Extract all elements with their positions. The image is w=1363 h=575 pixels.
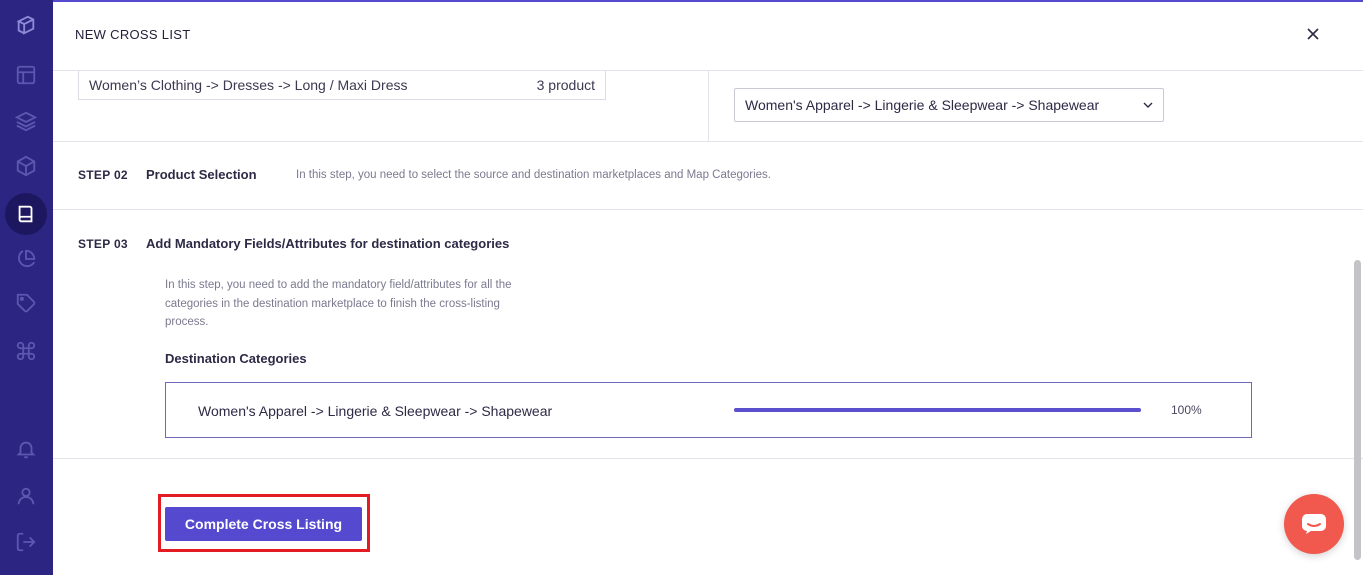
close-button[interactable] <box>1303 24 1323 44</box>
scrollbar[interactable] <box>1354 260 1361 560</box>
chat-icon <box>1302 514 1326 534</box>
destination-category-name: Women's Apparel -> Lingerie & Sleepwear … <box>198 403 553 419</box>
destination-category-value: Women's Apparel -> Lingerie & Sleepwear … <box>745 97 1100 113</box>
step-03-section: STEP 03 Add Mandatory Fields/Attributes … <box>53 210 1363 459</box>
step-02-description: In this step, you need to select the sou… <box>296 169 771 181</box>
step-03-description-line: categories in the destination marketplac… <box>165 297 500 310</box>
layers-icon[interactable] <box>13 108 39 134</box>
complete-cross-listing-button[interactable]: Complete Cross Listing <box>165 507 362 541</box>
box-icon[interactable] <box>13 153 39 179</box>
source-product-count: 3 product <box>536 77 595 93</box>
progress-bar <box>734 408 1141 412</box>
destination-category-card[interactable]: Women's Apparel -> Lingerie & Sleepwear … <box>165 382 1252 438</box>
bell-icon[interactable] <box>13 436 39 462</box>
modal-header: NEW CROSS LIST <box>53 2 1363 71</box>
chevron-down-icon <box>1143 102 1153 108</box>
command-icon[interactable] <box>13 338 39 364</box>
layout-icon[interactable] <box>13 62 39 88</box>
step-01-section: Women’s Clothing -> Dresses -> Long / Ma… <box>53 71 1363 142</box>
sidebar <box>0 0 53 575</box>
destination-category-select[interactable]: Women's Apparel -> Lingerie & Sleepwear … <box>734 88 1164 122</box>
chat-button[interactable] <box>1284 494 1344 554</box>
step-03-number: STEP 03 <box>78 237 128 251</box>
step-03-title: Add Mandatory Fields/Attributes for dest… <box>146 236 510 251</box>
logo-icon[interactable] <box>13 12 39 38</box>
step-03-description-line: process. <box>165 316 209 328</box>
column-divider <box>708 71 709 142</box>
step-03-description: In this step, you need to add the mandat… <box>165 276 565 332</box>
close-icon <box>1307 28 1319 40</box>
book-icon[interactable] <box>13 201 39 227</box>
destination-categories-label: Destination Categories <box>165 351 307 366</box>
step-02-title: Product Selection <box>146 167 257 182</box>
modal-title: NEW CROSS LIST <box>75 27 191 42</box>
tag-icon[interactable] <box>13 290 39 316</box>
source-category-path: Women’s Clothing -> Dresses -> Long / Ma… <box>89 77 408 93</box>
progress-fill <box>734 408 1141 412</box>
step-03-description-line: In this step, you need to add the mandat… <box>165 279 512 291</box>
user-icon[interactable] <box>13 483 39 509</box>
step-02-section: STEP 02 Product Selection In this step, … <box>53 142 1363 210</box>
step-02-number: STEP 02 <box>78 168 128 182</box>
logout-icon[interactable] <box>13 529 39 555</box>
progress-percent: 100% <box>1171 403 1202 417</box>
source-category-row: Women’s Clothing -> Dresses -> Long / Ma… <box>78 71 606 100</box>
pie-chart-icon[interactable] <box>13 246 39 272</box>
